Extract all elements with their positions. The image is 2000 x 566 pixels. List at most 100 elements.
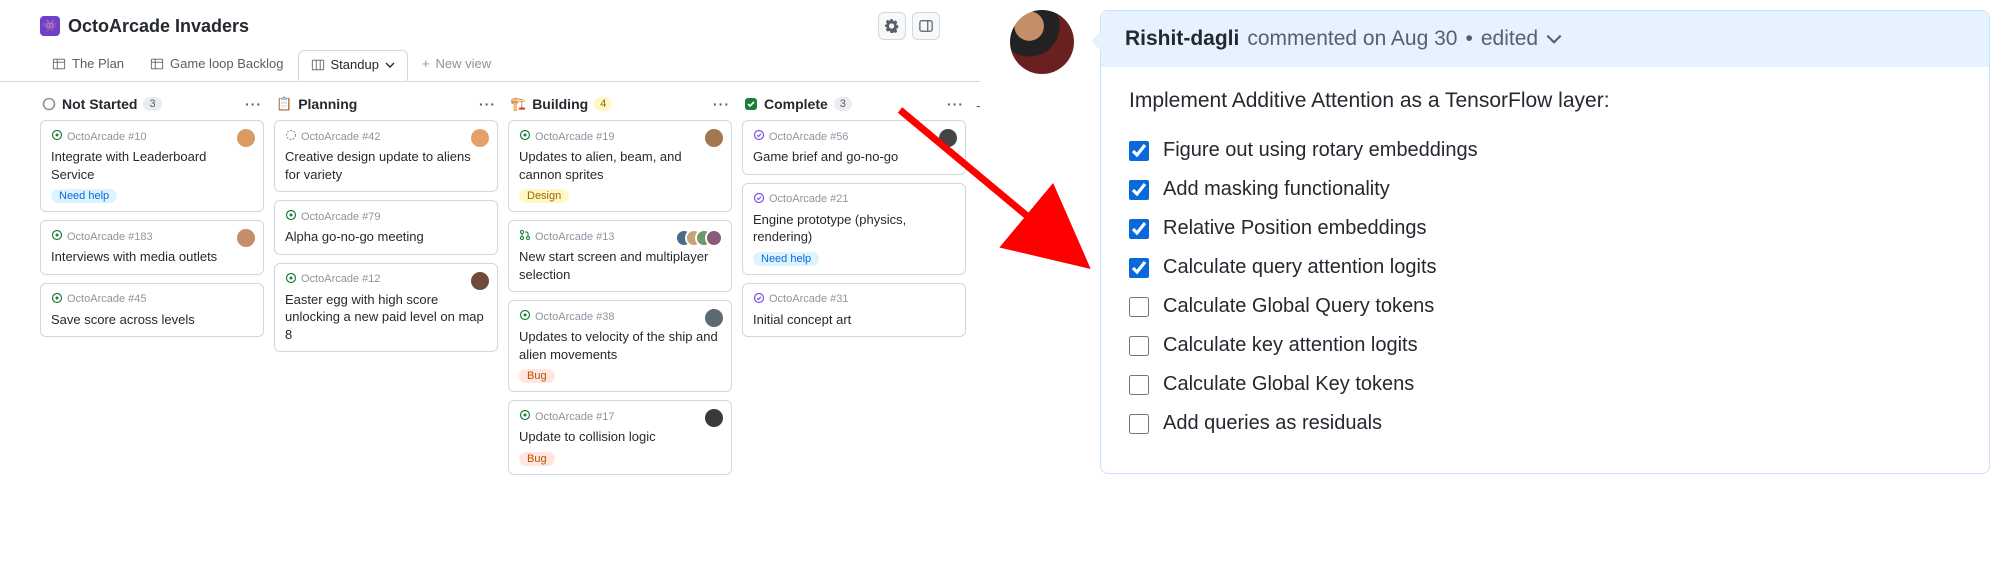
issue-icon <box>285 129 297 144</box>
card-title: Update to collision logic <box>519 428 721 446</box>
card[interactable]: OctoArcade #12Easter egg with high score… <box>274 263 498 353</box>
card[interactable]: OctoArcade #21 Engine prototype (physics,… <box>742 183 966 275</box>
edited-indicator[interactable]: edited <box>1481 27 1538 51</box>
project-title: OctoArcade Invaders <box>68 16 249 37</box>
status-icon <box>744 97 758 111</box>
card[interactable]: OctoArcade #17 Update to collision logic B… <box>508 400 732 475</box>
table-icon <box>150 57 164 71</box>
task-checkbox[interactable] <box>1129 297 1149 317</box>
tab-label: The Plan <box>72 56 124 71</box>
comment-body: Implement Additive Attention as a Tensor… <box>1101 67 1989 473</box>
label: Bug <box>519 452 555 466</box>
task-checkbox[interactable] <box>1129 258 1149 278</box>
task-checkbox[interactable] <box>1129 336 1149 356</box>
comment-box: Rishit-dagli commented on Aug 30 • edite… <box>1100 10 1990 474</box>
card[interactable]: OctoArcade #38Updates to velocity of the… <box>508 300 732 392</box>
card[interactable]: OctoArcade #31Initial concept art <box>742 283 966 338</box>
card[interactable]: OctoArcade #45Save score across levels <box>40 283 264 338</box>
board-columns: Not Started3···OctoArcade #10Integrate w… <box>0 82 980 497</box>
card-meta: OctoArcade #17 <box>519 409 721 424</box>
task-label: Figure out using rotary embeddings <box>1163 139 1478 162</box>
card-ref: OctoArcade #13 <box>535 231 615 243</box>
card-ref: OctoArcade #19 <box>535 131 615 143</box>
issue-icon <box>519 309 531 324</box>
board-icon <box>311 58 325 72</box>
avatar[interactable] <box>471 272 489 290</box>
card[interactable]: OctoArcade #19Updates to alien, beam, an… <box>508 120 732 212</box>
comment-header: Rishit-dagli commented on Aug 30 • edite… <box>1101 11 1989 67</box>
task-label: Add masking functionality <box>1163 178 1390 201</box>
column-menu-button[interactable]: ··· <box>479 96 496 112</box>
card[interactable]: OctoArcade #79 Alpha go-no-go meeting <box>274 200 498 255</box>
comment-timestamp: commented on Aug 30 <box>1247 27 1457 51</box>
card-ref: OctoArcade #79 <box>301 211 381 223</box>
card-title: Interviews with media outlets <box>51 248 253 266</box>
table-icon <box>52 57 66 71</box>
avatar[interactable] <box>705 309 723 327</box>
project-board: 👾 OctoArcade Invaders The Plan Game loop… <box>0 0 980 566</box>
issue-icon <box>753 292 765 307</box>
task-label: Relative Position embeddings <box>1163 217 1427 240</box>
avatar[interactable] <box>471 129 489 147</box>
tab-label: Game loop Backlog <box>170 56 283 71</box>
task-checkbox[interactable] <box>1129 180 1149 200</box>
settings-button[interactable] <box>878 12 906 40</box>
add-column-button[interactable]: + <box>976 96 980 120</box>
label: Design <box>519 189 569 203</box>
chevron-down-icon[interactable] <box>1546 31 1562 47</box>
card-title: Alpha go-no-go meeting <box>285 228 487 246</box>
card-title: Integrate with Leaderboard Service <box>51 148 253 183</box>
card-ref: OctoArcade #183 <box>67 231 153 243</box>
card-meta: OctoArcade #19 <box>519 129 721 144</box>
task-item: Add queries as residuals <box>1129 412 1961 435</box>
avatar <box>705 229 723 247</box>
card-title: Game brief and go-no-go <box>753 148 955 166</box>
task-item: Calculate key attention logits <box>1129 334 1961 357</box>
card-ref: OctoArcade #38 <box>535 311 615 323</box>
avatar[interactable] <box>1010 10 1074 74</box>
avatar[interactable] <box>237 129 255 147</box>
comment-username[interactable]: Rishit-dagli <box>1125 27 1239 51</box>
card[interactable]: OctoArcade #13New start screen and multi… <box>508 220 732 292</box>
tab-game-loop-backlog[interactable]: Game loop Backlog <box>138 50 295 81</box>
column-title: Complete <box>764 96 828 112</box>
task-item: Calculate Global Key tokens <box>1129 373 1961 396</box>
label: Bug <box>519 369 555 383</box>
avatar[interactable] <box>237 229 255 247</box>
tab-label: Standup <box>331 57 379 72</box>
tab-the-plan[interactable]: The Plan <box>40 50 136 81</box>
task-item: Add masking functionality <box>1129 178 1961 201</box>
task-checkbox[interactable] <box>1129 414 1149 434</box>
avatar[interactable] <box>939 129 957 147</box>
task-checkbox[interactable] <box>1129 375 1149 395</box>
column-header: 📋Planning··· <box>274 96 498 120</box>
card-title: Creative design update to aliens for var… <box>285 148 487 183</box>
tab-standup[interactable]: Standup <box>298 50 408 82</box>
assignee-avatars[interactable] <box>683 229 723 247</box>
plus-icon: + <box>422 56 430 71</box>
avatar[interactable] <box>705 409 723 427</box>
column-menu-button[interactable]: ··· <box>245 96 262 112</box>
card[interactable]: OctoArcade #183 Interviews with media out… <box>40 220 264 275</box>
issue-icon <box>519 129 531 144</box>
task-checkbox[interactable] <box>1129 219 1149 239</box>
task-checkbox[interactable] <box>1129 141 1149 161</box>
avatar[interactable] <box>705 129 723 147</box>
board-header: 👾 OctoArcade Invaders <box>0 0 980 40</box>
card-title: Engine prototype (physics, rendering) <box>753 211 955 246</box>
card[interactable]: OctoArcade #10Integrate with Leaderboard… <box>40 120 264 212</box>
card[interactable]: OctoArcade #56Game brief and go-no-go <box>742 120 966 175</box>
tab-new-view[interactable]: + New view <box>410 50 503 81</box>
panel-toggle-button[interactable] <box>912 12 940 40</box>
task-item: Relative Position embeddings <box>1129 217 1961 240</box>
task-item: Figure out using rotary embeddings <box>1129 139 1961 162</box>
column-title: Planning <box>298 96 357 112</box>
task-label: Calculate Global Query tokens <box>1163 295 1434 318</box>
column-menu-button[interactable]: ··· <box>713 96 730 112</box>
card-title: Save score across levels <box>51 311 253 329</box>
card[interactable]: OctoArcade #42Creative design update to … <box>274 120 498 192</box>
column-menu-button[interactable]: ··· <box>947 96 964 112</box>
card-ref: OctoArcade #21 <box>769 193 849 205</box>
comment-panel: Rishit-dagli commented on Aug 30 • edite… <box>1010 10 1990 474</box>
bullet: • <box>1466 27 1473 51</box>
